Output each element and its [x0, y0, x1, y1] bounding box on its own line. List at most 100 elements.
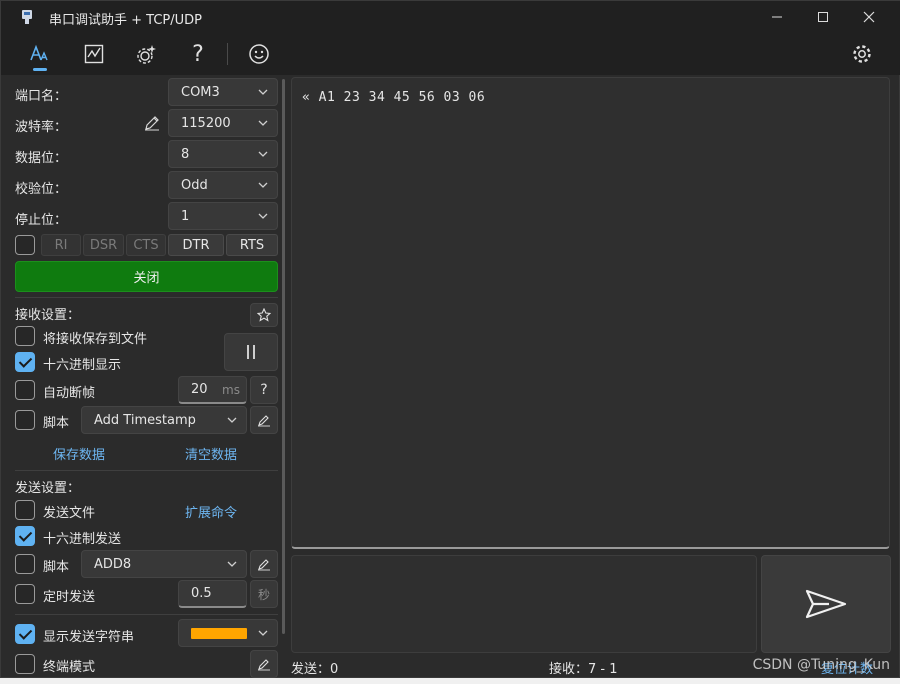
send-script-label: 脚本 [43, 560, 70, 575]
show-send-string-checkbox[interactable] [15, 624, 35, 644]
parity-select[interactable]: Odd [168, 171, 278, 199]
interval-input[interactable]: 0.5 [178, 580, 247, 608]
parity-label: 校验位： [15, 182, 68, 197]
chevron-down-icon [258, 630, 268, 636]
text-style-icon [30, 44, 48, 61]
tool-smiley[interactable] [242, 39, 276, 69]
help-icon: ? [260, 382, 268, 398]
stop-bits-select[interactable]: 1 [168, 202, 278, 230]
port-select[interactable]: COM3 [168, 78, 278, 106]
receive-header: 接收设置： [15, 308, 81, 323]
receive-text: « A1 23 34 45 56 03 06 [302, 90, 486, 105]
edit-pen-icon [258, 559, 270, 571]
send-icon [805, 589, 847, 619]
terminal-edit-button[interactable] [250, 650, 278, 678]
save-to-file-checkbox[interactable] [15, 326, 35, 346]
frame-help-button[interactable]: ? [250, 376, 278, 404]
color-swatch [191, 627, 247, 639]
receive-script-edit-button[interactable] [250, 406, 278, 434]
show-send-string-label: 显示发送字符串 [43, 630, 135, 645]
hex-send-label: 十六进制发送 [43, 532, 122, 547]
minimize-icon [772, 16, 782, 18]
tool-help[interactable]: ? [181, 39, 215, 69]
receive-script-select[interactable]: Add Timestamp [81, 406, 247, 434]
frame-ms-input[interactable]: 20 ms [178, 376, 247, 404]
sent-count: 发送：0 [291, 662, 339, 677]
receive-area[interactable]: « A1 23 34 45 56 03 06 [291, 77, 890, 549]
terminal-mode-checkbox[interactable] [15, 654, 35, 674]
settings-panel: 端口名： COM3 波特率： 115200 数据位： 8 校验位： Odd 停止… [7, 75, 287, 679]
send-script-select[interactable]: ADD8 [81, 550, 247, 578]
star-icon [257, 308, 271, 322]
stop-bits-label: 停止位： [15, 213, 68, 228]
sparkle-gear-icon [137, 45, 156, 64]
title-bar: 串口调试助手 + TCP/UDP [1, 1, 900, 33]
receive-script-checkbox[interactable] [15, 410, 35, 430]
signal-cts: CTS [126, 234, 166, 256]
edit-pen-icon[interactable] [143, 114, 161, 132]
toolbar-separator [227, 43, 228, 65]
help-icon: ? [192, 41, 204, 67]
close-icon [863, 11, 875, 23]
hex-send-checkbox[interactable] [15, 526, 35, 546]
maximize-icon [818, 12, 828, 22]
chevron-down-icon [258, 151, 268, 157]
send-input[interactable] [291, 555, 757, 653]
maximize-button[interactable] [800, 1, 846, 33]
stop-bits-value: 1 [181, 208, 190, 224]
chevron-down-icon [258, 182, 268, 188]
receive-script-value: Add Timestamp [94, 412, 196, 428]
settings-scrollbar[interactable] [282, 79, 285, 634]
signal-dsr: DSR [83, 234, 124, 256]
auto-frame-label: 自动断帧 [43, 386, 96, 401]
settings-button[interactable] [845, 39, 879, 69]
rts-button[interactable]: RTS [226, 234, 278, 256]
watermark: CSDN @Tuning_Kun [752, 657, 890, 673]
chevron-down-icon [258, 89, 268, 95]
save-to-file-label: 将接收保存到文件 [43, 332, 148, 347]
chevron-down-icon [227, 561, 237, 567]
clear-data-link[interactable]: 清空数据 [185, 444, 237, 463]
background-strip [0, 678, 900, 684]
pause-button[interactable] [224, 333, 278, 371]
send-script-checkbox[interactable] [15, 554, 35, 574]
baud-select[interactable]: 115200 [168, 109, 278, 137]
app-window: 串口调试助手 + TCP/UDP ? 端口名： COM3 波特率： 115200… [0, 0, 900, 678]
receive-script-label: 脚本 [43, 416, 70, 431]
interval-unit: 秒 [250, 580, 278, 608]
chevron-down-icon [227, 417, 237, 423]
send-script-edit-button[interactable] [250, 550, 278, 578]
received-count: 接收：7 - 1 [549, 662, 618, 677]
tool-chart[interactable] [77, 39, 111, 69]
chart-icon [84, 44, 104, 64]
hex-display-checkbox[interactable] [15, 352, 35, 372]
auto-frame-checkbox[interactable] [15, 380, 35, 400]
send-script-value: ADD8 [94, 556, 132, 572]
port-label: 端口名： [15, 89, 68, 104]
dtr-button[interactable]: DTR [168, 234, 224, 256]
send-file-checkbox[interactable] [15, 500, 35, 520]
frame-ms-value: 20 [191, 382, 208, 397]
close-port-button[interactable]: 关闭 [15, 261, 278, 292]
tool-sparkle-gear[interactable] [129, 39, 163, 69]
signal-checkbox[interactable] [15, 235, 35, 255]
save-data-link[interactable]: 保存数据 [53, 444, 105, 463]
minimize-button[interactable] [754, 1, 800, 33]
gear-icon [853, 45, 871, 63]
toolbar: ? [1, 33, 900, 75]
data-bits-select[interactable]: 8 [168, 140, 278, 168]
edit-pen-icon [258, 415, 270, 427]
timed-send-checkbox[interactable] [15, 584, 35, 604]
tool-text-style[interactable] [23, 39, 57, 71]
send-button[interactable] [761, 555, 891, 653]
timed-send-label: 定时发送 [43, 590, 96, 605]
data-bits-value: 8 [181, 146, 190, 162]
extend-command-link[interactable]: 扩展命令 [185, 502, 237, 521]
hex-display-label: 十六进制显示 [43, 358, 122, 373]
divider [15, 614, 278, 615]
close-window-button[interactable] [846, 1, 892, 33]
baud-label: 波特率： [15, 120, 68, 135]
window-title: 串口调试助手 + TCP/UDP [49, 13, 202, 28]
send-color-select[interactable] [178, 619, 278, 647]
favorite-button[interactable] [250, 303, 278, 327]
